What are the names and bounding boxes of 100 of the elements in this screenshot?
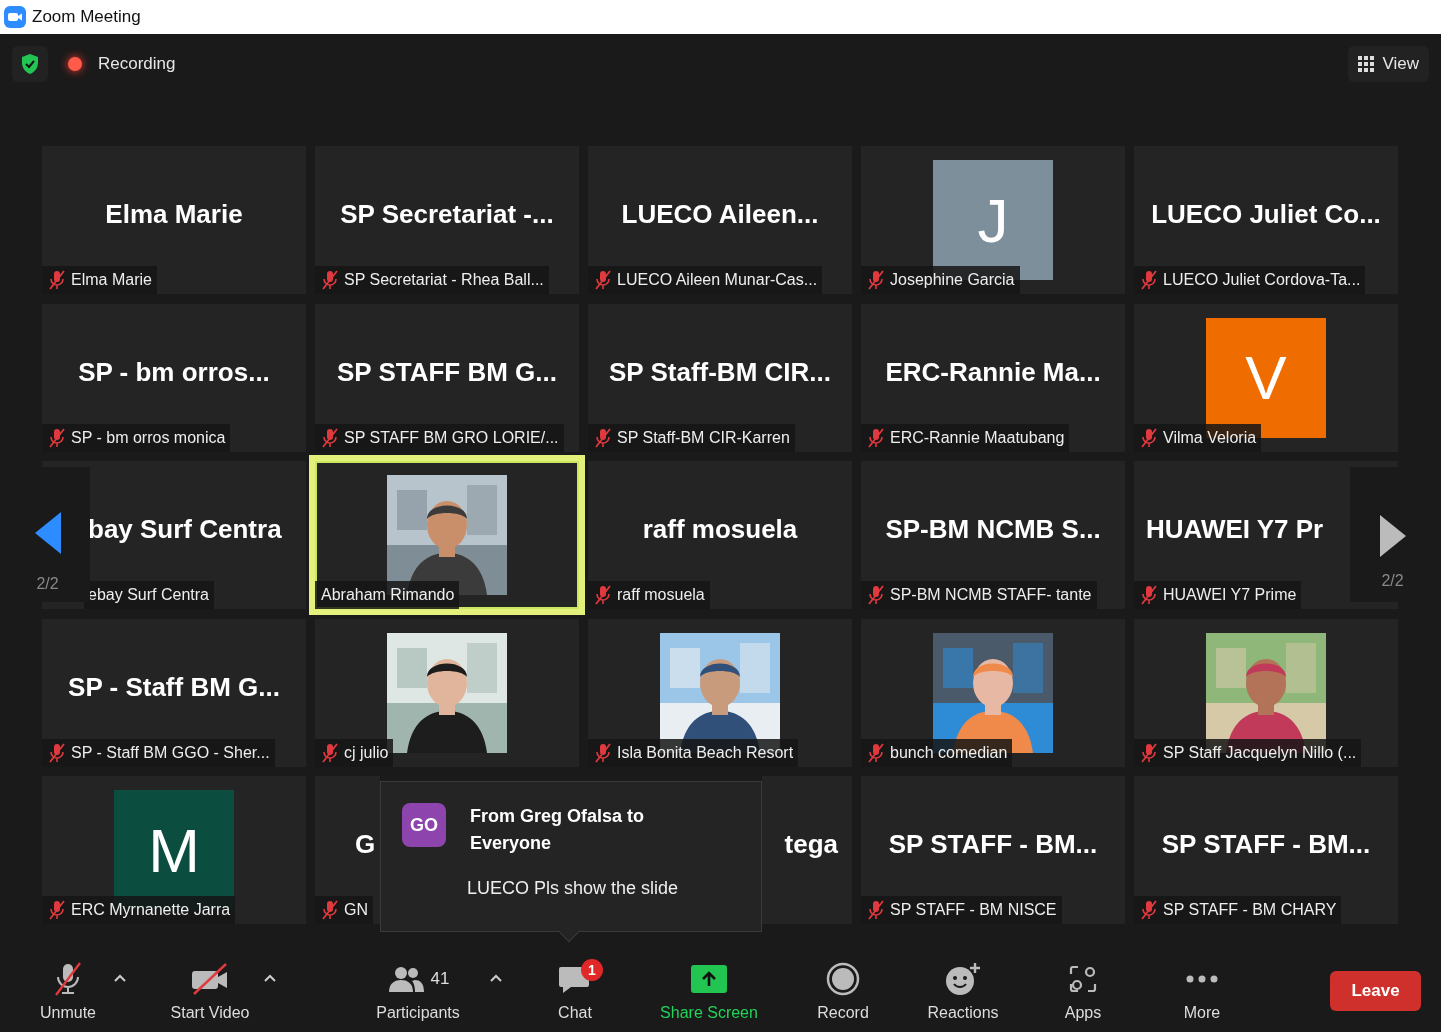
name-label: Elma Marie (42, 266, 157, 294)
video-tile[interactable]: J Josephine Garcia (861, 146, 1125, 294)
name-label: SP - Staff BM GGO - Sher... (42, 738, 275, 767)
name-label: SP-BM NCMB STAFF- tante (861, 581, 1097, 609)
video-tile[interactable]: LUECO Juliet Co... LUECO Juliet Cordova-Ta... (1134, 146, 1398, 294)
video-tile[interactable]: SP STAFF BM G... SP STAFF BM GRO LORIE/... (315, 303, 579, 452)
muted-mic-icon (867, 270, 885, 290)
sender-avatar: GO (402, 803, 446, 847)
video-tile[interactable]: bunch comedian (861, 618, 1125, 767)
video-tile[interactable]: tega (762, 776, 852, 924)
participant-name: SP Staff-BM CIR... (609, 356, 831, 387)
muted-mic-icon (1140, 270, 1158, 290)
name-label: bunch comedian (861, 738, 1013, 767)
security-badge[interactable] (12, 46, 48, 82)
video-tile[interactable]: SP - Staff BM G... SP - Staff BM GGO - Sher... (42, 618, 306, 767)
video-tile[interactable]: LUECO Aileen... LUECO Aileen Munar-Cas... (588, 146, 852, 294)
video-tile[interactable]: SP Staff-BM CIR... SP Staff-BM CIR-Karren (588, 303, 852, 452)
participant-name: G (355, 829, 376, 859)
name-label: LUECO Juliet Cordova-Ta... (1134, 266, 1366, 294)
toolbar-button[interactable]: Unmute (24, 953, 112, 1029)
toolbar-button[interactable]: 1 Chat (535, 953, 615, 1029)
participant-name: SP STAFF - BM... (888, 829, 1098, 859)
toolbar-button[interactable]: Reactions (913, 953, 1013, 1029)
participant-name: raff mosuela (642, 514, 798, 544)
muted-mic-icon (321, 900, 339, 920)
video-tile[interactable]: SP-BM NCMB S... SP-BM NCMB STAFF- tante (861, 461, 1125, 609)
video-tile[interactable]: SP STAFF - BM... SP STAFF - BM NISCE (861, 776, 1125, 924)
participant-name: Elma Marie (105, 199, 243, 229)
participant-name: LUECO Aileen... (621, 199, 819, 229)
participant-count: 41 (430, 968, 450, 991)
muted-mic-icon (867, 585, 885, 605)
shield-icon (20, 53, 40, 75)
video-tile[interactable]: SP Staff Jacquelyn Nillo (... (1134, 618, 1398, 767)
video-tile[interactable]: cj julio (315, 618, 579, 767)
name-label: SP Staff-BM CIR-Karren (588, 423, 795, 452)
leave-button[interactable]: Leave (1330, 971, 1421, 1011)
name-label: GN (315, 896, 373, 924)
caret-icon (264, 974, 276, 982)
participant-name: tega (784, 829, 838, 859)
window-title: Zoom Meeting (32, 6, 141, 29)
toolbar-button[interactable]: Apps (1033, 953, 1133, 1029)
name-label: ebay Surf Centra (84, 581, 214, 609)
name-label: HUAWEI Y7 Prime (1134, 581, 1302, 609)
name-label: SP STAFF BM GRO LORIE/... (315, 423, 564, 452)
more-icon (1185, 974, 1219, 984)
apps-icon (1068, 964, 1098, 994)
participant-name: LUECO Juliet Co... (1151, 199, 1381, 229)
name-label: Isla Bonita Beach Resort (588, 738, 799, 767)
muted-mic-icon (867, 742, 885, 763)
muted-mic-icon (867, 427, 885, 448)
muted-mic-icon (48, 742, 66, 763)
name-label: raff mosuela (588, 581, 710, 609)
grid-icon (1358, 56, 1375, 72)
app-logo-icon (4, 6, 26, 28)
muted-mic-icon (1140, 742, 1158, 763)
name-label: Josephine Garcia (861, 266, 1020, 294)
participant-name: SP STAFF BM G... (336, 356, 558, 387)
video-tile[interactable]: M ERC Myrnanette Jarra (42, 776, 306, 924)
record-icon (826, 962, 860, 996)
video-tile[interactable]: Elma Marie Elma Marie (42, 146, 306, 294)
muted-mic-icon (594, 742, 612, 763)
muted-mic-icon (867, 900, 885, 920)
video-tile[interactable]: SP STAFF - BM... SP STAFF - BM CHARY (1134, 776, 1398, 924)
participant-name: SP-BM NCMB S... (885, 514, 1101, 544)
toolbar-button[interactable]: Start Video (158, 953, 262, 1029)
participant-name: SP - Staff BM G... (68, 671, 280, 702)
muted-mic-icon (321, 270, 339, 290)
video-off-icon (190, 963, 230, 995)
toolbar-button[interactable]: Record (793, 953, 893, 1029)
recording-status: Recording (98, 53, 176, 76)
participant-name: ERC-Rannie Ma... (885, 356, 1101, 387)
toolbar-button[interactable]: Share Screen (649, 953, 769, 1029)
view-button[interactable]: View (1348, 46, 1429, 82)
muted-mic-icon (1140, 900, 1158, 920)
video-tile[interactable]: Isla Bonita Beach Resort (588, 618, 852, 767)
video-tile[interactable]: SP - bm orros... SP - bm orros monica (42, 303, 306, 452)
toolbar-button[interactable]: 41 Participants (358, 953, 478, 1029)
muted-mic-icon (48, 900, 66, 920)
name-label: ERC-Rannie Maatubang (861, 423, 1070, 452)
video-tile[interactable]: G GN (315, 776, 380, 924)
participant-name: bay Surf Centra (88, 514, 282, 544)
participant-name: SP - bm orros... (78, 356, 270, 387)
video-tile[interactable]: raff mosuela raff mosuela (588, 461, 852, 609)
muted-mic-icon (1140, 427, 1158, 448)
video-tile[interactable]: SP Secretariat -... SP Secretariat - Rhea Ball... (315, 146, 579, 294)
muted-mic-icon (48, 270, 66, 290)
toolbar-button[interactable]: More (1152, 953, 1252, 1029)
participant-name: SP Secretariat -... (340, 199, 554, 229)
muted-mic-icon (594, 427, 612, 448)
video-tile[interactable]: ERC-Rannie Ma... ERC-Rannie Maatubang (861, 303, 1125, 452)
muted-mic-icon (321, 742, 339, 763)
name-label: LUECO Aileen Munar-Cas... (588, 266, 823, 294)
name-label: cj julio (315, 738, 394, 767)
video-tile[interactable]: V Vilma Veloria (1134, 303, 1398, 452)
muted-mic-icon (52, 962, 84, 996)
name-label: ERC Myrnanette Jarra (42, 896, 236, 924)
right-arrow-icon (1379, 515, 1406, 557)
muted-mic-icon (48, 427, 66, 448)
name-label: Abraham Rimando (315, 581, 460, 609)
share-screen-icon (691, 965, 727, 993)
